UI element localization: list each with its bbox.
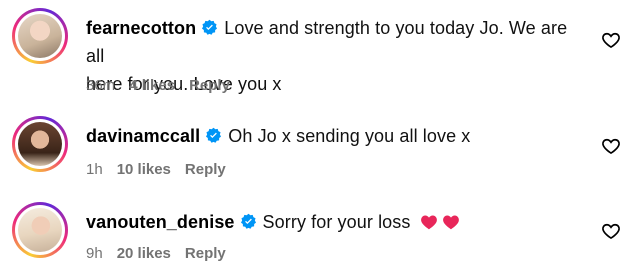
like-heart-icon[interactable] xyxy=(601,30,621,50)
reply-button[interactable]: Reply xyxy=(185,245,226,262)
like-heart-icon[interactable] xyxy=(601,221,621,241)
comment-time: 9h xyxy=(86,245,103,262)
reply-button[interactable]: Reply xyxy=(189,77,230,94)
comment-username[interactable]: fearnecotton xyxy=(86,18,196,38)
comment-text: Sorry for your loss xyxy=(262,212,411,232)
comment-meta: 9h 20 likes Reply xyxy=(86,245,240,262)
comment-likes[interactable]: 4 likes xyxy=(129,77,175,94)
pink-heart-emoji xyxy=(420,215,437,230)
comment-meta: 36m 4 likes Reply xyxy=(86,77,244,94)
comment-meta: 1h 10 likes Reply xyxy=(86,161,240,178)
comment-likes[interactable]: 10 likes xyxy=(117,161,171,178)
verified-badge-icon xyxy=(206,127,222,143)
comment-likes[interactable]: 20 likes xyxy=(117,245,171,262)
like-heart-icon[interactable] xyxy=(601,136,621,156)
comment-item: davinamccall Oh Jo x sending you all love… xyxy=(0,110,634,188)
comment-item: vanouten_denise Sorry for your loss 9h 20 … xyxy=(0,194,634,267)
comment-text: Oh Jo x sending you all love x xyxy=(228,126,471,146)
comment-username[interactable]: vanouten_denise xyxy=(86,212,235,232)
comment-username[interactable]: davinamccall xyxy=(86,126,200,146)
avatar[interactable] xyxy=(12,202,68,258)
reply-button[interactable]: Reply xyxy=(185,161,226,178)
avatar[interactable] xyxy=(12,116,68,172)
comment-item: fearnecotton Love and strength to you tod… xyxy=(0,0,634,110)
pink-heart-emoji xyxy=(442,215,459,230)
verified-badge-icon xyxy=(202,19,218,35)
avatar[interactable] xyxy=(12,8,68,64)
comment-time: 1h xyxy=(86,161,103,178)
comment-time: 36m xyxy=(86,77,116,94)
verified-badge-icon xyxy=(240,213,256,229)
